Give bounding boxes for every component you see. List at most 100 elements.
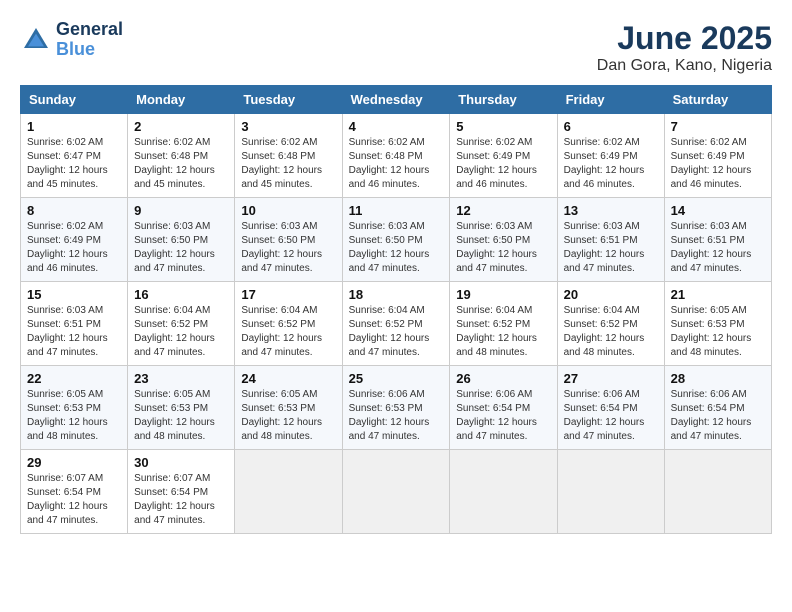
day-detail: Sunrise: 6:07 AMSunset: 6:54 PMDaylight:… [27,473,108,526]
day-number: 27 [564,371,658,386]
day-number: 19 [456,287,550,302]
day-number: 22 [27,371,121,386]
day-detail: Sunrise: 6:02 AMSunset: 6:49 PMDaylight:… [564,137,645,190]
calendar-cell [450,450,557,534]
day-detail: Sunrise: 6:05 AMSunset: 6:53 PMDaylight:… [241,389,322,442]
column-header-sunday: Sunday [21,86,128,114]
day-number: 6 [564,119,658,134]
calendar-cell: 28 Sunrise: 6:06 AMSunset: 6:54 PMDaylig… [664,366,771,450]
day-detail: Sunrise: 6:04 AMSunset: 6:52 PMDaylight:… [564,305,645,358]
day-number: 4 [349,119,444,134]
day-detail: Sunrise: 6:03 AMSunset: 6:50 PMDaylight:… [349,221,430,274]
day-number: 1 [27,119,121,134]
day-detail: Sunrise: 6:04 AMSunset: 6:52 PMDaylight:… [456,305,537,358]
day-number: 25 [349,371,444,386]
day-detail: Sunrise: 6:06 AMSunset: 6:54 PMDaylight:… [456,389,537,442]
day-detail: Sunrise: 6:03 AMSunset: 6:50 PMDaylight:… [241,221,322,274]
day-number: 28 [671,371,765,386]
column-header-saturday: Saturday [664,86,771,114]
day-detail: Sunrise: 6:03 AMSunset: 6:50 PMDaylight:… [456,221,537,274]
day-detail: Sunrise: 6:05 AMSunset: 6:53 PMDaylight:… [134,389,215,442]
calendar-cell: 3 Sunrise: 6:02 AMSunset: 6:48 PMDayligh… [235,114,342,198]
week-row-5: 29 Sunrise: 6:07 AMSunset: 6:54 PMDaylig… [21,450,772,534]
day-number: 29 [27,455,121,470]
logo-text: GeneralBlue [56,20,123,60]
day-number: 18 [349,287,444,302]
calendar-cell: 4 Sunrise: 6:02 AMSunset: 6:48 PMDayligh… [342,114,450,198]
day-number: 16 [134,287,228,302]
calendar-cell: 10 Sunrise: 6:03 AMSunset: 6:50 PMDaylig… [235,198,342,282]
day-detail: Sunrise: 6:03 AMSunset: 6:50 PMDaylight:… [134,221,215,274]
day-number: 5 [456,119,550,134]
calendar-cell: 12 Sunrise: 6:03 AMSunset: 6:50 PMDaylig… [450,198,557,282]
day-detail: Sunrise: 6:02 AMSunset: 6:48 PMDaylight:… [241,137,322,190]
calendar-cell: 16 Sunrise: 6:04 AMSunset: 6:52 PMDaylig… [128,282,235,366]
calendar-table: SundayMondayTuesdayWednesdayThursdayFrid… [20,85,772,534]
calendar-cell: 20 Sunrise: 6:04 AMSunset: 6:52 PMDaylig… [557,282,664,366]
day-detail: Sunrise: 6:03 AMSunset: 6:51 PMDaylight:… [671,221,752,274]
calendar-cell: 19 Sunrise: 6:04 AMSunset: 6:52 PMDaylig… [450,282,557,366]
calendar-title: June 2025 [597,20,772,57]
day-detail: Sunrise: 6:03 AMSunset: 6:51 PMDaylight:… [27,305,108,358]
day-number: 7 [671,119,765,134]
title-area: June 2025 Dan Gora, Kano, Nigeria [597,20,772,75]
day-number: 21 [671,287,765,302]
day-detail: Sunrise: 6:07 AMSunset: 6:54 PMDaylight:… [134,473,215,526]
calendar-cell: 7 Sunrise: 6:02 AMSunset: 6:49 PMDayligh… [664,114,771,198]
calendar-cell [557,450,664,534]
column-header-tuesday: Tuesday [235,86,342,114]
column-header-wednesday: Wednesday [342,86,450,114]
day-number: 30 [134,455,228,470]
logo: GeneralBlue [20,20,123,60]
calendar-cell [342,450,450,534]
calendar-cell [235,450,342,534]
day-detail: Sunrise: 6:02 AMSunset: 6:49 PMDaylight:… [27,221,108,274]
week-row-1: 1 Sunrise: 6:02 AMSunset: 6:47 PMDayligh… [21,114,772,198]
day-detail: Sunrise: 6:04 AMSunset: 6:52 PMDaylight:… [349,305,430,358]
day-number: 9 [134,203,228,218]
day-detail: Sunrise: 6:06 AMSunset: 6:53 PMDaylight:… [349,389,430,442]
calendar-cell: 1 Sunrise: 6:02 AMSunset: 6:47 PMDayligh… [21,114,128,198]
day-number: 11 [349,203,444,218]
day-number: 14 [671,203,765,218]
day-number: 26 [456,371,550,386]
day-detail: Sunrise: 6:02 AMSunset: 6:48 PMDaylight:… [349,137,430,190]
day-detail: Sunrise: 6:02 AMSunset: 6:49 PMDaylight:… [456,137,537,190]
calendar-cell: 15 Sunrise: 6:03 AMSunset: 6:51 PMDaylig… [21,282,128,366]
day-detail: Sunrise: 6:02 AMSunset: 6:48 PMDaylight:… [134,137,215,190]
calendar-cell: 22 Sunrise: 6:05 AMSunset: 6:53 PMDaylig… [21,366,128,450]
calendar-cell: 25 Sunrise: 6:06 AMSunset: 6:53 PMDaylig… [342,366,450,450]
calendar-subtitle: Dan Gora, Kano, Nigeria [597,57,772,75]
calendar-cell: 17 Sunrise: 6:04 AMSunset: 6:52 PMDaylig… [235,282,342,366]
week-row-3: 15 Sunrise: 6:03 AMSunset: 6:51 PMDaylig… [21,282,772,366]
day-detail: Sunrise: 6:02 AMSunset: 6:47 PMDaylight:… [27,137,108,190]
calendar-cell: 27 Sunrise: 6:06 AMSunset: 6:54 PMDaylig… [557,366,664,450]
calendar-cell: 30 Sunrise: 6:07 AMSunset: 6:54 PMDaylig… [128,450,235,534]
day-number: 10 [241,203,335,218]
day-number: 15 [27,287,121,302]
week-row-4: 22 Sunrise: 6:05 AMSunset: 6:53 PMDaylig… [21,366,772,450]
calendar-cell: 5 Sunrise: 6:02 AMSunset: 6:49 PMDayligh… [450,114,557,198]
day-detail: Sunrise: 6:06 AMSunset: 6:54 PMDaylight:… [564,389,645,442]
calendar-cell: 26 Sunrise: 6:06 AMSunset: 6:54 PMDaylig… [450,366,557,450]
day-detail: Sunrise: 6:02 AMSunset: 6:49 PMDaylight:… [671,137,752,190]
day-number: 20 [564,287,658,302]
logo-icon [20,24,52,56]
day-number: 8 [27,203,121,218]
calendar-cell: 2 Sunrise: 6:02 AMSunset: 6:48 PMDayligh… [128,114,235,198]
day-detail: Sunrise: 6:03 AMSunset: 6:51 PMDaylight:… [564,221,645,274]
column-header-monday: Monday [128,86,235,114]
calendar-cell: 14 Sunrise: 6:03 AMSunset: 6:51 PMDaylig… [664,198,771,282]
day-detail: Sunrise: 6:05 AMSunset: 6:53 PMDaylight:… [27,389,108,442]
day-number: 2 [134,119,228,134]
day-number: 3 [241,119,335,134]
calendar-cell: 21 Sunrise: 6:05 AMSunset: 6:53 PMDaylig… [664,282,771,366]
day-number: 13 [564,203,658,218]
header: GeneralBlue June 2025 Dan Gora, Kano, Ni… [20,20,772,75]
day-detail: Sunrise: 6:05 AMSunset: 6:53 PMDaylight:… [671,305,752,358]
day-detail: Sunrise: 6:04 AMSunset: 6:52 PMDaylight:… [134,305,215,358]
calendar-cell: 23 Sunrise: 6:05 AMSunset: 6:53 PMDaylig… [128,366,235,450]
calendar-cell: 24 Sunrise: 6:05 AMSunset: 6:53 PMDaylig… [235,366,342,450]
header-row: SundayMondayTuesdayWednesdayThursdayFrid… [21,86,772,114]
day-number: 17 [241,287,335,302]
